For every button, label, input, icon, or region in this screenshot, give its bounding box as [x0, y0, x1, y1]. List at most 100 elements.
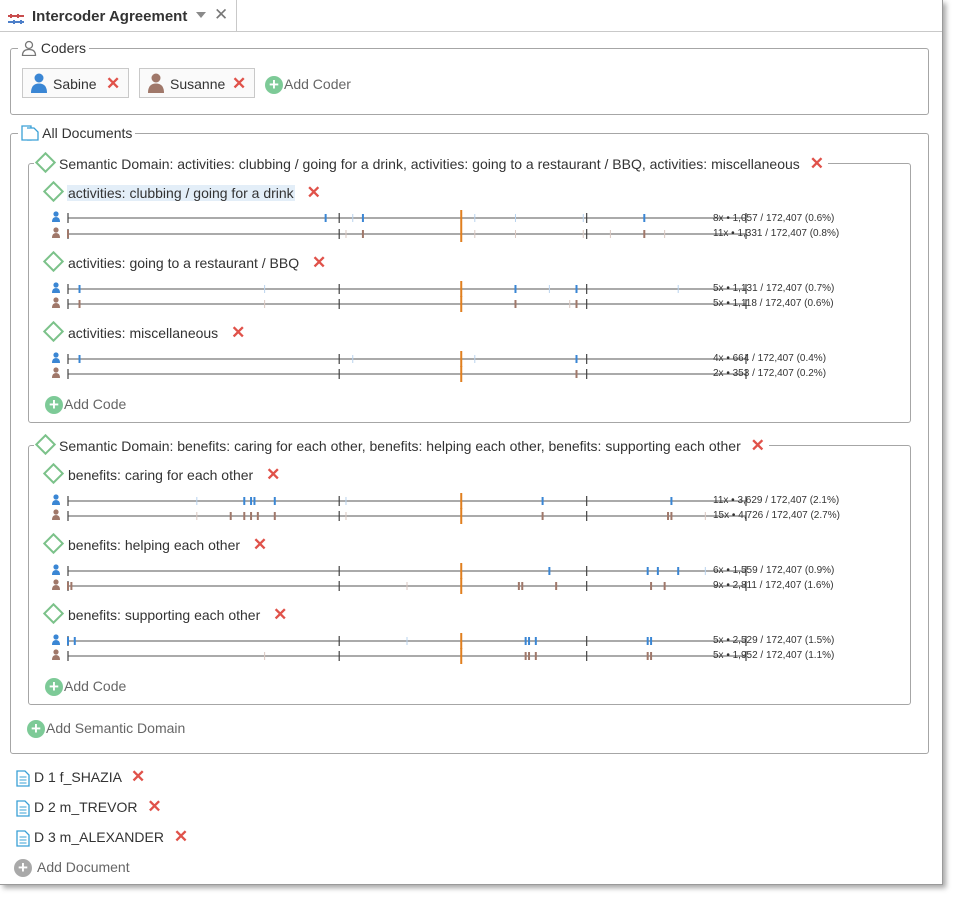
- document-item[interactable]: D 3 m_ALEXANDER ✕: [16, 828, 188, 847]
- coder-a-stat: 8x • 1,057 / 172,407 (0.6%): [713, 213, 835, 224]
- remove-code-button[interactable]: ✕: [231, 323, 245, 342]
- remove-coder-button[interactable]: ✕: [232, 75, 246, 92]
- coders-legend: Coders: [18, 39, 90, 57]
- coder-a-stat: 4x • 664 / 172,407 (0.4%): [713, 353, 827, 364]
- document-name: D 2 m_TREVOR: [34, 799, 138, 815]
- remove-code-button[interactable]: ✕: [273, 605, 287, 624]
- coder-icon: [52, 649, 60, 660]
- code-label[interactable]: benefits: supporting each other: [67, 607, 261, 623]
- coder-b-stat: 9x • 2,811 / 172,407 (1.6%): [713, 580, 834, 591]
- document-item[interactable]: D 1 f_SHAZIA ✕: [16, 768, 145, 787]
- close-tab-button[interactable]: ✕: [214, 5, 228, 25]
- coder-a-stat: 5x • 2,529 / 172,407 (1.5%): [713, 635, 835, 646]
- code-label[interactable]: activities: clubbing / going for a drink: [67, 185, 295, 201]
- document-item[interactable]: D 2 m_TREVOR ✕: [16, 798, 162, 817]
- add-icon: +: [265, 76, 283, 95]
- chevron-down-icon[interactable]: [196, 12, 206, 18]
- coder-icon: [52, 297, 60, 308]
- coder-icon: [52, 211, 60, 222]
- coder-b-stat: 15x • 4,726 / 172,407 (2.7%): [713, 510, 840, 521]
- coder-icon: [52, 367, 60, 378]
- coder-icon: [52, 509, 60, 520]
- add-icon: +: [45, 678, 63, 697]
- document-icon: [16, 800, 30, 817]
- coder-a-stat: 6x • 1,559 / 172,407 (0.9%): [713, 565, 835, 576]
- code-icon: [42, 602, 65, 625]
- document-name: D 1 f_SHAZIA: [34, 769, 122, 785]
- user-outline-icon: [21, 40, 37, 57]
- semantic-domain-title: Semantic Domain: activities: clubbing / …: [34, 151, 828, 174]
- coder-name: Susanne: [170, 76, 226, 92]
- code-icon: [42, 180, 65, 203]
- documents-icon: [21, 125, 39, 141]
- all-documents-legend: All Documents: [18, 124, 136, 142]
- remove-coder-button[interactable]: ✕: [106, 75, 120, 92]
- code-row-title: benefits: supporting each other ✕: [42, 602, 287, 625]
- code-icon: [42, 532, 65, 555]
- coder-icon: [52, 579, 60, 590]
- coder-icon: [52, 564, 60, 575]
- semantic-domain-label: Semantic Domain: activities: clubbing / …: [59, 156, 800, 172]
- coder-chip-susanne: Susanne ✕: [139, 68, 255, 98]
- remove-document-button[interactable]: ✕: [131, 767, 145, 786]
- document-icon: [16, 770, 30, 787]
- add-document-label: Add Document: [37, 859, 130, 875]
- coders-legend-label: Coders: [40, 40, 87, 56]
- code-icon: [42, 250, 65, 273]
- coder-chip-sabine: Sabine ✕: [22, 68, 129, 98]
- tab-intercoder-agreement[interactable]: Intercoder Agreement ✕: [0, 0, 237, 31]
- coder-icon: [52, 634, 60, 645]
- remove-semantic-domain-button[interactable]: ✕: [810, 154, 824, 173]
- remove-semantic-domain-button[interactable]: ✕: [751, 436, 765, 455]
- code-label[interactable]: benefits: helping each other: [67, 537, 241, 553]
- add-code-label: Add Code: [64, 678, 127, 694]
- tab-title: Intercoder Agreement: [32, 8, 188, 25]
- add-code-button[interactable]: + Add Code: [45, 677, 127, 697]
- coder-icon: [52, 494, 60, 505]
- semantic-domain-title: Semantic Domain: benefits: caring for ea…: [34, 433, 769, 456]
- remove-code-button[interactable]: ✕: [307, 183, 321, 202]
- code-row-title: activities: miscellaneous ✕: [42, 320, 245, 343]
- coder-icon: [52, 227, 60, 238]
- code-label[interactable]: activities: going to a restaurant / BBQ: [67, 255, 300, 271]
- coder-a-stat: 11x • 3,629 / 172,407 (2.1%): [713, 495, 840, 506]
- remove-document-button[interactable]: ✕: [147, 797, 161, 816]
- coder-b-stat: 2x • 353 / 172,407 (0.2%): [713, 368, 827, 379]
- code-row-title: activities: going to a restaurant / BBQ …: [42, 250, 326, 273]
- remove-document-button[interactable]: ✕: [174, 827, 188, 846]
- add-icon: +: [45, 396, 63, 415]
- code-label[interactable]: benefits: caring for each other: [67, 467, 254, 483]
- add-code-button[interactable]: + Add Code: [45, 395, 127, 415]
- tab-strip: Intercoder Agreement ✕: [0, 0, 942, 32]
- coder-b-stat: 5x • 1,118 / 172,407 (0.6%): [713, 298, 834, 309]
- semantic-domain-icon: [34, 433, 57, 456]
- coder-a-stat: 5x • 1,131 / 172,407 (0.7%): [713, 283, 835, 294]
- add-code-label: Add Code: [64, 396, 127, 412]
- coder-b-stat: 11x • 1,331 / 172,407 (0.8%): [713, 228, 840, 239]
- code-row-title: benefits: helping each other ✕: [42, 532, 267, 555]
- coder-icon: [52, 352, 60, 363]
- document-name: D 3 m_ALEXANDER: [34, 829, 164, 845]
- code-row-title: benefits: caring for each other ✕: [42, 462, 280, 485]
- code-label[interactable]: activities: miscellaneous: [67, 325, 219, 341]
- semantic-domain-icon: [34, 151, 57, 174]
- user-icon: [148, 73, 164, 93]
- remove-code-button[interactable]: ✕: [266, 465, 280, 484]
- add-coder-button[interactable]: + Add Coder: [265, 75, 351, 95]
- add-semantic-domain-button[interactable]: + Add Semantic Domain: [27, 719, 186, 739]
- add-semantic-domain-label: Add Semantic Domain: [46, 720, 186, 736]
- semantic-domain-label: Semantic Domain: benefits: caring for ea…: [59, 438, 741, 454]
- all-documents-legend-label: All Documents: [42, 125, 133, 141]
- code-icon: [42, 320, 65, 343]
- document-icon: [16, 830, 30, 847]
- remove-code-button[interactable]: ✕: [253, 535, 267, 554]
- intercoder-agreement-icon: [8, 11, 24, 29]
- user-icon: [31, 73, 47, 93]
- add-coder-label: Add Coder: [284, 76, 351, 92]
- code-icon: [42, 462, 65, 485]
- add-document-button[interactable]: + Add Document: [14, 858, 130, 878]
- intercoder-agreement-window: Intercoder Agreement ✕ Coders Sabine ✕ S…: [0, 0, 943, 885]
- coder-icon: [52, 282, 60, 293]
- add-icon: +: [14, 859, 32, 878]
- remove-code-button[interactable]: ✕: [312, 253, 326, 272]
